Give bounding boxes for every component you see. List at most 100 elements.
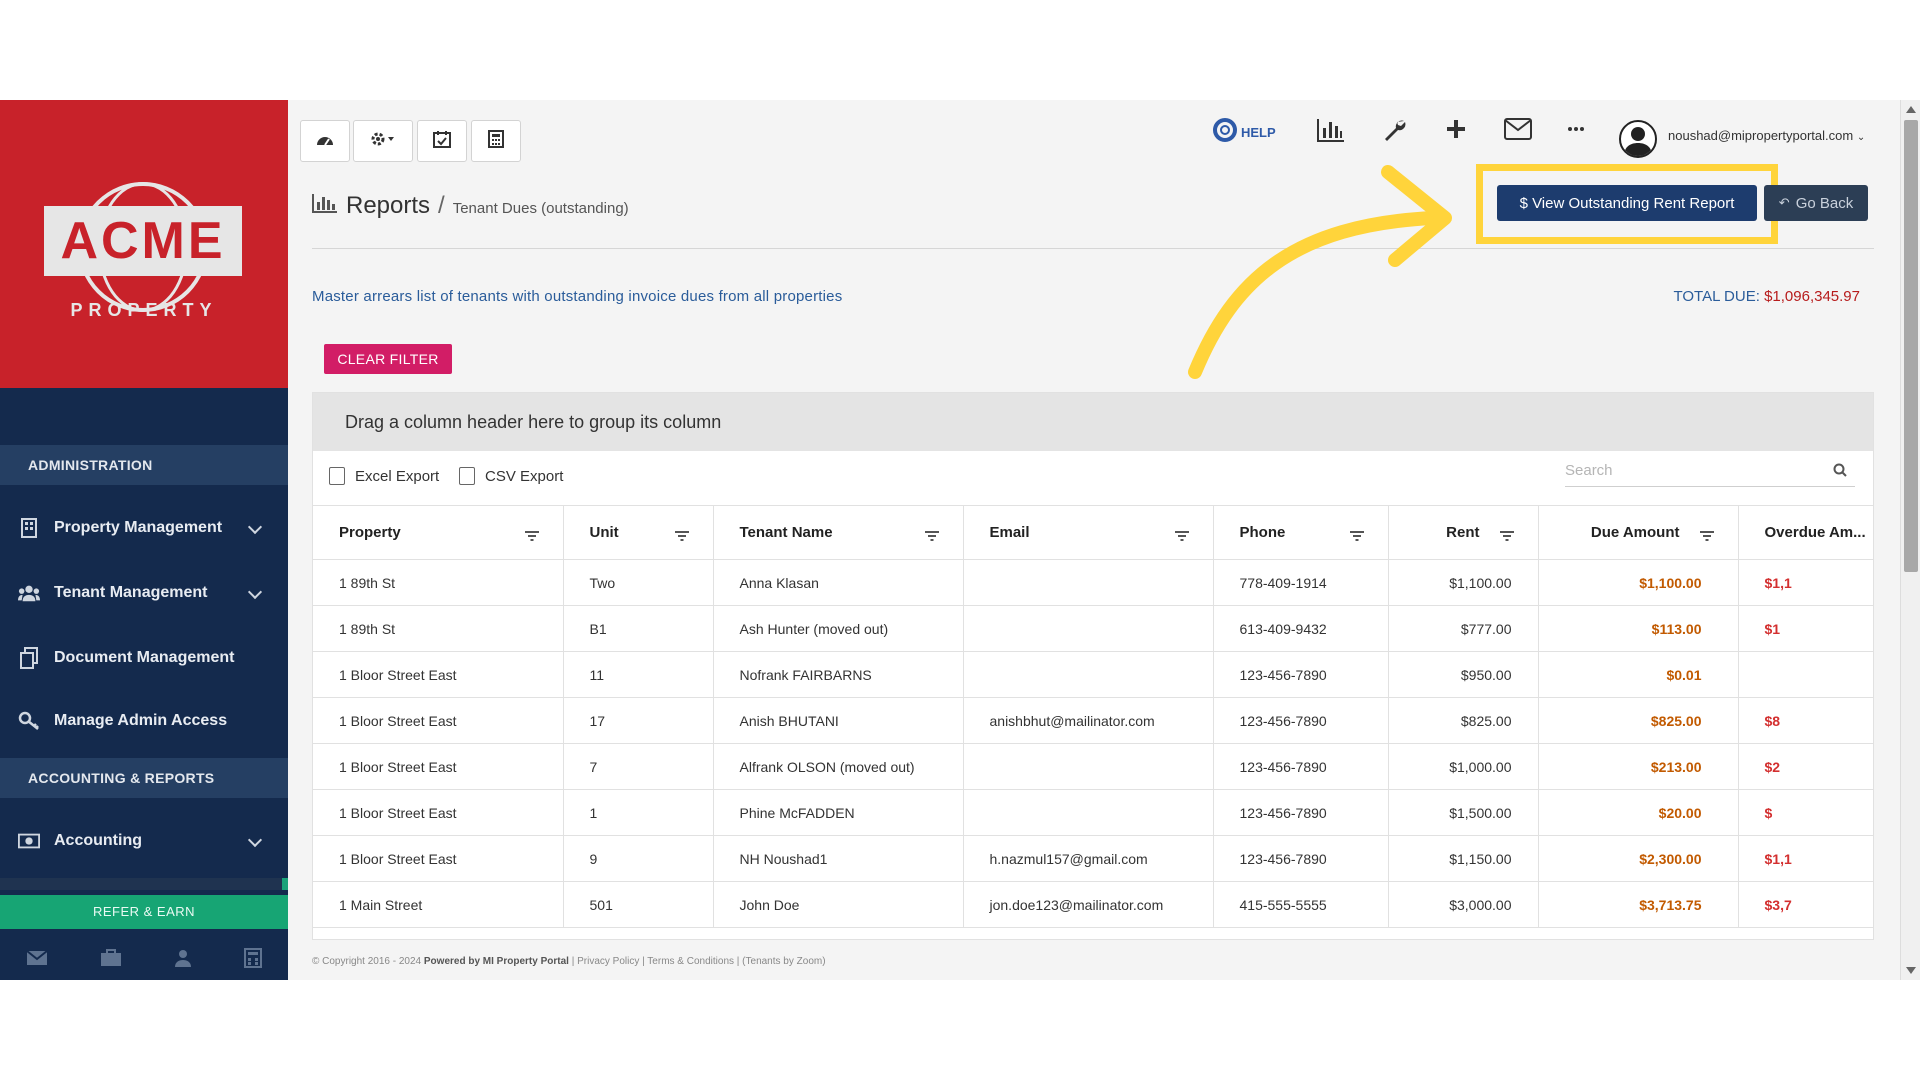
cell-property[interactable]: 1 Main Street — [313, 881, 564, 928]
table-row[interactable]: 1 Bloor Street East 7 Alfrank OLSON (moved… — [313, 743, 1873, 790]
column-header-property[interactable]: Property — [313, 505, 564, 560]
filter-icon[interactable] — [1699, 528, 1714, 541]
chevron-down-icon — [247, 832, 263, 848]
footer-links[interactable]: | Privacy Policy | Terms & Conditions | — [572, 956, 740, 967]
column-header-due-amount[interactable]: Due Amount — [1538, 505, 1739, 560]
column-header-phone[interactable]: Phone — [1213, 505, 1389, 560]
cell-email — [963, 789, 1214, 836]
calculator-button[interactable] — [471, 120, 521, 162]
cell-phone: 415-555-5555 — [1213, 881, 1389, 928]
column-label: Tenant Name — [739, 524, 833, 541]
csv-export-button[interactable]: CSV Export — [459, 467, 563, 485]
table-row[interactable]: 1 Main Street 501 John Doe jon.doe123@maili… — [313, 881, 1873, 928]
calendar-button[interactable] — [417, 120, 467, 162]
sidebar-item-tenant-management[interactable]: Tenant Management — [0, 565, 288, 621]
table-row[interactable]: 1 Bloor Street East 9 NH Noushad1 h.nazmul1… — [313, 835, 1873, 882]
title-divider — [312, 248, 1874, 249]
cell-tenant-name[interactable]: Anish BHUTANI — [713, 697, 964, 744]
search-icon[interactable] — [1833, 463, 1847, 482]
clear-filter-button[interactable]: CLEAR FILTER — [324, 344, 452, 374]
cell-phone: 778-409-1914 — [1213, 559, 1389, 606]
plus-icon[interactable] — [1445, 118, 1467, 140]
column-header-rent[interactable]: Rent — [1388, 505, 1539, 560]
total-due-value: $1,096,345.97 — [1764, 288, 1860, 305]
cell-tenant-name[interactable]: Ash Hunter (moved out) — [713, 605, 964, 652]
dashboard-button[interactable] — [300, 120, 350, 162]
cell-tenant-name[interactable]: Alfrank OLSON (moved out) — [713, 743, 964, 790]
sidebar-item-label: Manage Admin Access — [54, 712, 228, 729]
cell-rent: $1,500.00 — [1388, 789, 1539, 836]
cell-due-amount: $0.01 — [1538, 651, 1739, 698]
cell-rent: $950.00 — [1388, 651, 1539, 698]
cell-property[interactable]: 1 Bloor Street East — [313, 835, 564, 882]
sidebar-item-label: Accounting — [54, 832, 142, 849]
table-row[interactable]: 1 Bloor Street East 11 Nofrank FAIRBARNS 12… — [313, 651, 1873, 698]
briefcase-icon[interactable] — [100, 948, 122, 972]
filter-icon[interactable] — [1349, 528, 1364, 541]
footer-powered-by[interactable]: Powered by MI Property Portal — [424, 956, 569, 967]
cell-tenant-name[interactable]: Nofrank FAIRBARNS — [713, 651, 964, 698]
help-button[interactable]: HELP — [1213, 118, 1276, 147]
scroll-down-arrow[interactable] — [1906, 967, 1916, 974]
column-label: Rent — [1446, 524, 1480, 541]
sidebar-item-manage-admin-access[interactable]: Manage Admin Access — [0, 693, 288, 749]
more-icon[interactable] — [1568, 126, 1584, 132]
filter-icon[interactable] — [924, 528, 939, 541]
cell-property[interactable]: 1 89th St — [313, 559, 564, 606]
scroll-thumb[interactable] — [1904, 120, 1918, 572]
search-input[interactable] — [1565, 455, 1815, 485]
avatar[interactable] — [1619, 120, 1657, 158]
table-row[interactable]: 1 Bloor Street East 1 Phine McFADDEN 123-45… — [313, 789, 1873, 836]
cell-tenant-name[interactable]: NH Noushad1 — [713, 835, 964, 882]
chart-icon[interactable] — [1317, 118, 1345, 142]
cell-tenant-name[interactable]: Anna Klasan — [713, 559, 964, 606]
cell-property[interactable]: 1 Bloor Street East — [313, 789, 564, 836]
filter-icon[interactable] — [524, 528, 539, 541]
logo[interactable]: ACME PROPERTY — [0, 100, 288, 388]
column-label: Phone — [1239, 524, 1286, 541]
documents-icon — [18, 647, 40, 669]
mail-icon[interactable] — [26, 949, 48, 971]
sidebar-item-accounting[interactable]: Accounting — [0, 813, 288, 869]
user-icon[interactable] — [174, 949, 192, 972]
cell-rent: $1,000.00 — [1388, 743, 1539, 790]
envelope-icon[interactable] — [1504, 118, 1532, 140]
sidebar-divider — [0, 878, 288, 890]
user-email: noushad@mipropertyportal.com — [1668, 128, 1854, 143]
page-scrollbar[interactable] — [1900, 100, 1920, 980]
sidebar-item-document-management[interactable]: Document Management — [0, 630, 288, 686]
user-menu[interactable]: noushad@mipropertyportal.com ⌄ — [1668, 128, 1865, 143]
filter-icon[interactable] — [1499, 528, 1514, 541]
filter-icon[interactable] — [674, 528, 689, 541]
table-row[interactable]: 1 89th St Two Anna Klasan 778-409-1914 $1,10… — [313, 559, 1873, 606]
settings-dropdown-button[interactable] — [353, 120, 413, 162]
excel-export-button[interactable]: Excel Export — [329, 467, 439, 485]
go-back-button[interactable]: ↶ Go Back — [1764, 185, 1868, 221]
column-header-tenant-name[interactable]: Tenant Name — [713, 505, 964, 560]
table-row[interactable]: 1 89th St B1 Ash Hunter (moved out) 613-409… — [313, 605, 1873, 652]
sidebar-item-property-management[interactable]: Property Management — [0, 500, 288, 556]
cell-rent: $825.00 — [1388, 697, 1539, 744]
calculator-icon[interactable] — [244, 947, 262, 973]
group-drop-zone[interactable]: Drag a column header here to group its c… — [313, 393, 1873, 451]
column-header-email[interactable]: Email — [963, 505, 1214, 560]
cell-property[interactable]: 1 Bloor Street East — [313, 697, 564, 744]
cell-property[interactable]: 1 89th St — [313, 605, 564, 652]
cell-property[interactable]: 1 Bloor Street East — [313, 651, 564, 698]
column-header-unit[interactable]: Unit — [563, 505, 714, 560]
cell-property[interactable]: 1 Bloor Street East — [313, 743, 564, 790]
scroll-up-arrow[interactable] — [1906, 106, 1916, 113]
column-header-overdue-amount[interactable]: Overdue Am... — [1738, 505, 1873, 560]
cell-tenant-name[interactable]: John Doe — [713, 881, 964, 928]
undo-icon: ↶ — [1778, 195, 1790, 210]
cell-overdue-amount: $8 — [1738, 697, 1873, 744]
filter-icon[interactable] — [1174, 528, 1189, 541]
table-row[interactable]: 1 Bloor Street East 17 Anish BHUTANI anishb… — [313, 697, 1873, 744]
tenant-dues-table: Property Unit Tenant Name Email Phone Re… — [313, 505, 1873, 928]
cell-overdue-amount: $1 — [1738, 605, 1873, 652]
cell-tenant-name[interactable]: Phine McFADDEN — [713, 789, 964, 836]
cell-unit: 501 — [563, 881, 714, 928]
refer-earn-button[interactable]: REFER & EARN — [0, 895, 288, 929]
cell-overdue-amount: $ — [1738, 789, 1873, 836]
wrench-icon[interactable] — [1383, 118, 1407, 142]
